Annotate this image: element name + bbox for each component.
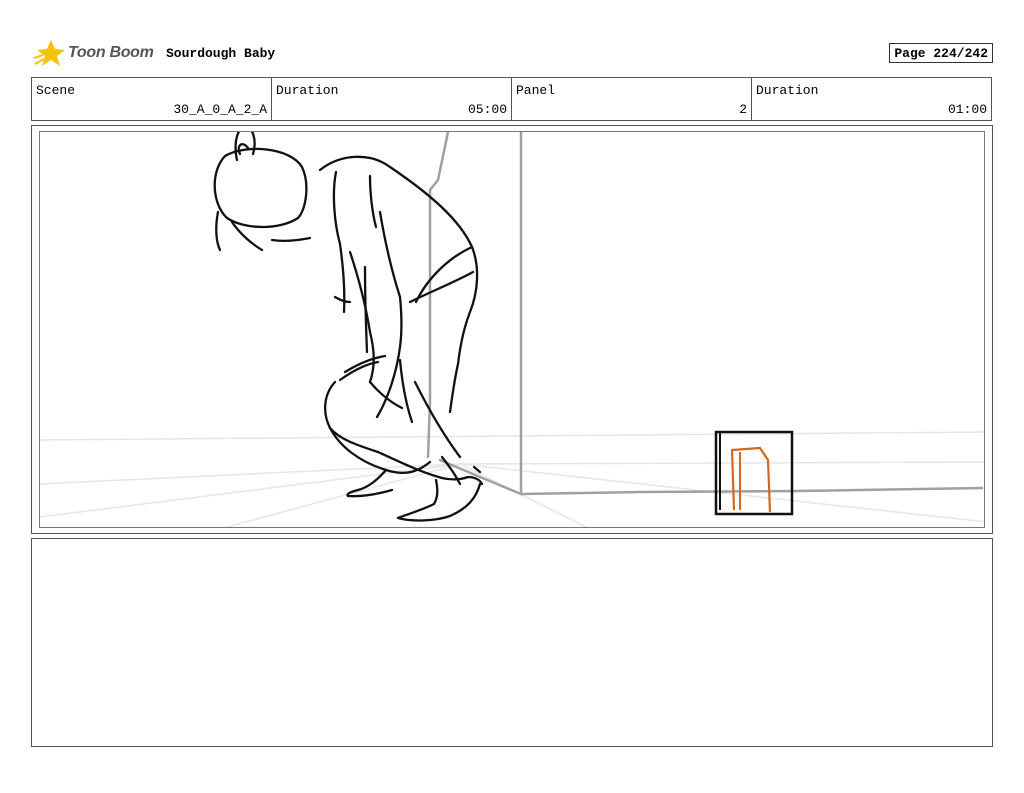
panel-duration-cell: Duration 01:00	[752, 78, 991, 120]
panel-label: Panel	[516, 83, 556, 98]
scene-duration-cell: Duration 05:00	[272, 78, 512, 120]
panel-value: 2	[739, 102, 747, 117]
info-bar: Scene 30_A_0_A_2_A Duration 05:00 Panel …	[31, 77, 992, 121]
panel-notes-area	[31, 538, 993, 747]
panel-duration-label: Duration	[756, 83, 819, 98]
doorway-box-sketch	[714, 430, 794, 516]
storyboard-panel-image	[39, 131, 985, 528]
panel-duration-value: 01:00	[947, 102, 987, 117]
scene-cell: Scene 30_A_0_A_2_A	[32, 78, 272, 120]
storyboard-panel-frame	[31, 125, 993, 534]
star-burst-icon	[34, 40, 65, 66]
character-sketch	[213, 132, 484, 522]
scene-duration-label: Duration	[276, 83, 339, 98]
sketch-drawing	[40, 132, 984, 527]
scene-label: Scene	[36, 83, 76, 98]
project-title: Sourdough Baby	[166, 46, 276, 61]
scene-duration-value: 05:00	[467, 102, 507, 117]
panel-cell: Panel 2	[512, 78, 752, 120]
scene-value: 30_A_0_A_2_A	[173, 102, 267, 117]
toon-boom-logo: Toon Boom	[34, 38, 164, 70]
perspective-lines	[40, 431, 984, 527]
page-number: Page 224/242	[889, 43, 993, 63]
logo-wordmark: Toon Boom	[68, 44, 154, 61]
background-wall-lines	[426, 132, 984, 496]
